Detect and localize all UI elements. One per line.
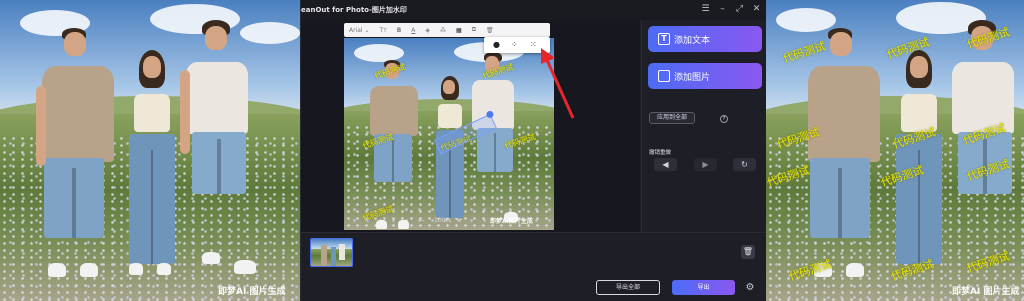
- brand-watermark-right: 即梦AI 图片生成: [952, 287, 1020, 297]
- bottom-bar: 🗑 导出全部 导出 ⚙: [301, 232, 766, 301]
- image-thumbnail[interactable]: [310, 238, 353, 267]
- reset-button[interactable]: ↻: [733, 158, 756, 171]
- export-all-button[interactable]: 导出全部: [596, 280, 660, 295]
- result-photo-right: 代码测试 代码测试 代码测试 代码测试 代码测试 代码测试 代码测试 代码测试 …: [766, 0, 1024, 301]
- apply-all-button[interactable]: 应用到全部: [649, 112, 695, 124]
- right-panel: T 添加文本 添加图片 应用到全部 ? 撤销重做 ◀ ▶ ↻: [641, 20, 766, 232]
- delete-image-button[interactable]: 🗑: [741, 245, 755, 259]
- window-title: eanOut for Photo-图片加水印: [301, 6, 407, 14]
- export-button[interactable]: 导出: [672, 280, 735, 295]
- help-icon[interactable]: ?: [720, 115, 728, 123]
- close-icon[interactable]: ✕: [750, 3, 763, 16]
- undo-button[interactable]: ◀: [654, 158, 677, 171]
- menu-icon[interactable]: ☰: [699, 3, 712, 16]
- text-icon: T: [658, 33, 670, 45]
- screenshot-root: 即梦AI 图片生成 代码测试 代码测试 代码测试 代码测试 代码测试 代码测试 …: [0, 0, 1024, 301]
- brand-watermark-left: 即梦AI 图片生成: [218, 287, 286, 297]
- settings-icon[interactable]: ⚙: [744, 282, 756, 294]
- add-text-label: 添加文本: [674, 35, 711, 46]
- minimize-icon[interactable]: –: [716, 3, 729, 16]
- add-image-button[interactable]: 添加图片: [648, 63, 762, 89]
- image-icon: [658, 70, 670, 82]
- editor-canvas[interactable]: Arial ⌄ Tт B A ◈ ⁂ ▦ ⧉ 🗑 代码测试 代码测试 代码测试 …: [301, 20, 640, 232]
- add-image-label: 添加图片: [674, 72, 711, 83]
- add-text-button[interactable]: T 添加文本: [648, 26, 762, 52]
- undo-redo-label: 撤销重做: [649, 150, 672, 156]
- annotation-arrow: [541, 48, 575, 119]
- maximize-icon[interactable]: ⤢: [733, 3, 746, 16]
- redo-button[interactable]: ▶: [694, 158, 717, 171]
- title-bar: eanOut for Photo-图片加水印 ☰ – ⤢ ✕: [301, 0, 766, 20]
- original-photo-left: 即梦AI 图片生成: [0, 0, 300, 301]
- app-window: eanOut for Photo-图片加水印 ☰ – ⤢ ✕ Arial ⌄ T…: [300, 0, 766, 301]
